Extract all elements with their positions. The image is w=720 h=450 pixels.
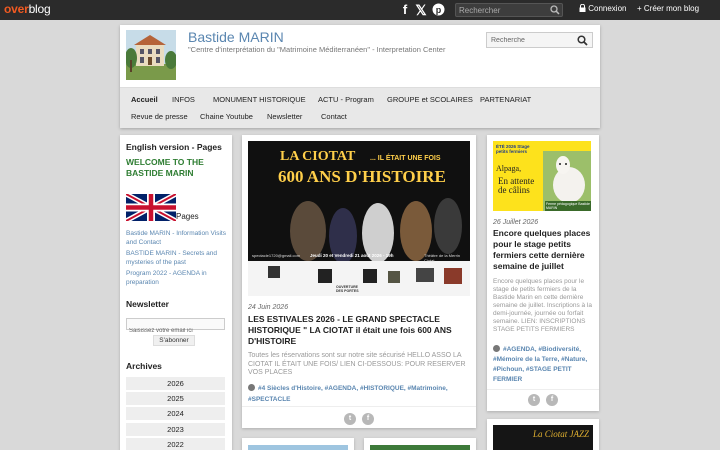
uk-flag-icon[interactable] — [126, 194, 176, 221]
secondary-article-card: ÉTÉ 2026 Stage petits fermiers Alpaga, E… — [487, 135, 599, 411]
site-logo-image[interactable] — [126, 30, 176, 80]
archive-year[interactable]: 2022 — [126, 438, 225, 450]
article-tags[interactable]: #4 Siècles d'Histoire, #AGENDA, #HISTORI… — [248, 383, 470, 405]
article-thumbnail — [248, 445, 348, 450]
subscribe-button[interactable]: S'abonner — [153, 335, 195, 346]
nav-item-actu[interactable]: ACTU - Program — [318, 95, 374, 104]
poster2-name: Alpaga, — [496, 164, 522, 173]
article-poster-image[interactable]: LA CIOTAT ... IL ÉTAIT UNE FOIS 600 ANS … — [248, 141, 470, 296]
top-search-box — [455, 3, 563, 17]
article-card-peek[interactable] — [364, 438, 476, 450]
tag-list[interactable]: #AGENDA, #Biodiversité, #Mémoire de la T… — [493, 346, 587, 383]
lock-icon — [579, 3, 586, 12]
nav-item-revue[interactable]: Revue de presse — [131, 112, 188, 121]
article-card-peek[interactable] — [242, 438, 354, 450]
newsletter-heading: Newsletter — [126, 299, 169, 309]
poster-venue: Théâtre de la Merrin Ciotat — [424, 253, 461, 263]
poster-dates: Jeudi 20 et Vendredi 21 août 2026 - 19h — [310, 253, 394, 258]
archives-heading: Archives — [126, 361, 162, 371]
site-description: "Centre d'interprétation du "Matrimoine … — [188, 45, 446, 54]
nav-item-youtube[interactable]: Chaine Youtube — [200, 112, 253, 121]
archive-year[interactable]: 2026 — [126, 377, 225, 390]
article-poster-image[interactable]: ÉTÉ 2026 Stage petits fermiers Alpaga, E… — [493, 141, 591, 211]
x-icon[interactable]: 𝕏 — [414, 2, 428, 18]
login-link[interactable]: Connexion — [579, 3, 627, 13]
header-search-input[interactable] — [491, 35, 571, 46]
poster2-title: ÉTÉ 2026 Stage petits fermiers — [496, 144, 530, 154]
article-title[interactable]: Encore quelques places pour le stage pet… — [493, 228, 595, 272]
pinterest-icon[interactable]: p — [431, 2, 445, 18]
nav-item-contact[interactable]: Contact — [321, 112, 347, 121]
poster-email: spectacle1720@gmail.com — [252, 253, 301, 258]
tag-list[interactable]: #4 Siècles d'Histoire, #AGENDA, #HISTORI… — [248, 385, 448, 403]
facebook-share-icon[interactable]: f — [362, 413, 374, 425]
article-excerpt: Encore quelques places pour le stage de … — [493, 278, 592, 333]
sidebar-link-program[interactable]: Program 2022 - AGENDA in preparation — [126, 269, 226, 287]
logo-blog-text: blog — [28, 2, 51, 16]
twitter-share-icon[interactable]: t — [528, 394, 540, 406]
svg-text:p: p — [435, 5, 441, 15]
create-blog-link[interactable]: + Créer mon blog — [637, 4, 699, 13]
peek-label: La Ciotat JAZZ — [533, 429, 590, 439]
divider — [242, 406, 476, 407]
poster2-footer: Ferme pédagogique Bastide MARIN — [545, 201, 591, 211]
search-icon[interactable] — [577, 35, 588, 46]
poster-subheadline: ... IL ÉTAIT UNE FOIS — [370, 155, 441, 162]
article-date: 26 Juillet 2026 — [493, 219, 539, 226]
nav-item-accueil[interactable]: Accueil — [131, 95, 158, 104]
nav-item-groupe[interactable]: GROUPE et SCOLAIRES — [387, 95, 473, 104]
poster-openings: OUVERTURE DES PORTES — [336, 285, 359, 293]
article-title[interactable]: LES ESTIVALES 2026 - LE GRAND SPECTACLE … — [248, 314, 470, 347]
pages-label: Pages — [176, 212, 199, 221]
archive-year[interactable]: 2025 — [126, 392, 225, 405]
nav-item-newsletter[interactable]: Newsletter — [267, 112, 302, 121]
sidebar-link-information[interactable]: Bastide MARIN - Information Visits and C… — [126, 229, 226, 247]
logo-over-text: over — [4, 2, 29, 16]
create-blog-label: Créer mon blog — [643, 4, 700, 13]
poster-headline: LA CIOTAT — [280, 149, 356, 164]
article-tags[interactable]: #AGENDA, #Biodiversité, #Mémoire de la T… — [493, 345, 595, 385]
nav-item-infos[interactable]: INFOS — [172, 95, 195, 104]
site-title[interactable]: Bastide MARIN — [188, 29, 284, 45]
nav-item-monument[interactable]: MONUMENT HISTORIQUE — [213, 95, 306, 104]
newsletter-email-box — [126, 318, 225, 336]
tag-icon — [493, 345, 500, 352]
sidebar: English version - Pages WELCOME TO THE B… — [120, 135, 232, 450]
header-search-box — [486, 32, 593, 48]
article-thumbnail — [370, 445, 470, 450]
welcome-heading: WELCOME TO THE BASTIDE MARIN — [126, 157, 204, 178]
top-bar: overblog f 𝕏 p Connexion + Créer mon blo… — [0, 0, 720, 20]
article-date: 24 Juin 2026 — [248, 304, 289, 311]
featured-article-card: LA CIOTAT ... IL ÉTAIT UNE FOIS 600 ANS … — [242, 135, 476, 428]
poster-title: 600 ANS D'HISTOIRE — [278, 167, 446, 186]
archive-year[interactable]: 2023 — [126, 423, 225, 436]
facebook-share-icon[interactable]: f — [546, 394, 558, 406]
pages-heading: English version - Pages — [126, 142, 222, 152]
article-excerpt: Toutes les réservations sont sur notre s… — [248, 352, 466, 376]
blog-header: Bastide MARIN "Centre d'interprétation d… — [120, 25, 600, 128]
facebook-icon[interactable]: f — [398, 2, 412, 18]
article-thumbnail: La Ciotat JAZZ — [493, 425, 593, 450]
login-label: Connexion — [588, 4, 627, 13]
sidebar-link-secrets[interactable]: BASTIDE MARIN - Secrets and mysteries of… — [126, 249, 226, 267]
twitter-share-icon[interactable]: t — [344, 413, 356, 425]
top-search-input[interactable] — [459, 4, 549, 16]
search-icon[interactable] — [550, 5, 560, 15]
nav-item-partenariat[interactable]: PARTENARIAT — [480, 95, 531, 104]
poster2-text: En attente de câlins — [498, 176, 535, 195]
article-card-peek[interactable]: La Ciotat JAZZ — [487, 419, 599, 450]
plus-icon: + — [637, 4, 642, 13]
archive-year[interactable]: 2024 — [126, 407, 225, 420]
divider — [487, 389, 599, 390]
main-nav: Accueil INFOS MONUMENT HISTORIQUE ACTU -… — [120, 87, 600, 128]
overblog-logo[interactable]: overblog — [4, 2, 51, 16]
tag-icon — [248, 384, 255, 391]
